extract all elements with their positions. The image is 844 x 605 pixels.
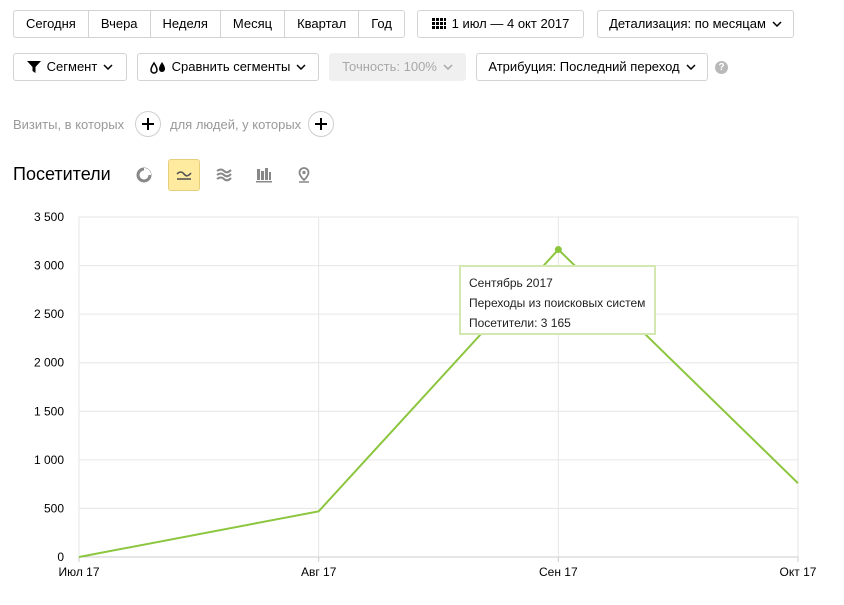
chevron-down-icon [772,21,782,27]
highlighted-data-point [554,246,562,254]
drops-icon [149,61,165,74]
plus-icon [142,118,154,130]
bar-chart-icon [256,168,272,183]
view-map-button[interactable] [288,159,320,191]
tooltip-title: Сентябрь 2017 [469,276,553,290]
period-quarter[interactable]: Квартал [285,11,360,37]
visitors-line-chart: 0 500 1 000 1 500 2 000 2 500 3 000 3 500 Июл 17… [34,210,817,579]
detail-dropdown[interactable]: Детализация: по месяцам [597,10,794,38]
series-line [78,248,799,558]
visits-condition-label: Визиты, в которых [13,117,125,132]
period-week[interactable]: Неделя [151,11,221,37]
y-tick-label: 1 500 [34,404,64,418]
view-line-button[interactable] [168,159,200,191]
segment-label: Сегмент [46,59,98,74]
line-chart-icon [176,171,192,180]
x-tick-label: Июл 17 [58,565,99,579]
tooltip-value: Посетители: 3 165 [469,316,571,330]
period-year[interactable]: Год [359,11,404,37]
period-today[interactable]: Сегодня [14,11,89,37]
date-range-button[interactable]: 1 июл — 4 окт 2017 [417,10,584,38]
chevron-down-icon [686,64,696,70]
view-pie-button[interactable] [128,159,160,191]
y-tick-label: 2 000 [34,356,64,370]
attribution-label: Атрибуция: Последний переход [488,59,680,74]
compare-segments-label: Сравнить сегменты [171,59,291,74]
y-tick-label: 1 000 [34,453,64,467]
calendar-icon [431,18,446,29]
pie-chart-icon [136,167,152,183]
segment-button[interactable]: Сегмент [13,53,127,81]
add-people-condition-button[interactable] [308,111,334,137]
accuracy-dropdown[interactable]: Точность: 100% [329,53,466,81]
view-area-button[interactable] [208,159,240,191]
x-tick-label: Окт 17 [780,565,817,579]
y-tick-label: 500 [44,501,64,515]
y-tick-label: 3 000 [34,259,64,273]
tooltip-series: Переходы из поисковых систем [469,296,646,310]
period-month[interactable]: Месяц [221,11,286,37]
y-tick-label: 2 500 [34,307,64,321]
detail-label: Детализация: по месяцам [609,16,766,31]
plus-icon [315,118,327,130]
date-range-label: 1 июл — 4 окт 2017 [451,16,570,31]
attribution-dropdown[interactable]: Атрибуция: Последний переход [476,53,708,81]
area-chart-icon [216,168,232,182]
x-tick-label: Авг 17 [301,565,337,579]
chart-tooltip: Сентябрь 2017 Переходы из поисковых сист… [459,265,656,335]
filter-icon [26,61,41,73]
people-condition-label: для людей, у которых [170,117,302,132]
chevron-down-icon [103,64,113,70]
accuracy-label: Точность: 100% [342,59,437,74]
period-selector: Сегодня Вчера Неделя Месяц Квартал Год [13,10,405,38]
chevron-down-icon [296,64,306,70]
chevron-down-icon [443,64,453,70]
view-bar-button[interactable] [248,159,280,191]
period-yesterday[interactable]: Вчера [89,11,151,37]
help-icon[interactable]: ? [715,61,728,74]
y-tick-label: 3 500 [34,210,64,224]
report-title: Посетители [13,164,111,184]
map-pin-icon [298,167,310,183]
x-tick-label: Сен 17 [539,565,578,579]
add-visit-condition-button[interactable] [135,111,161,137]
y-tick-label: 0 [57,550,64,564]
compare-segments-button[interactable]: Сравнить сегменты [137,53,319,81]
